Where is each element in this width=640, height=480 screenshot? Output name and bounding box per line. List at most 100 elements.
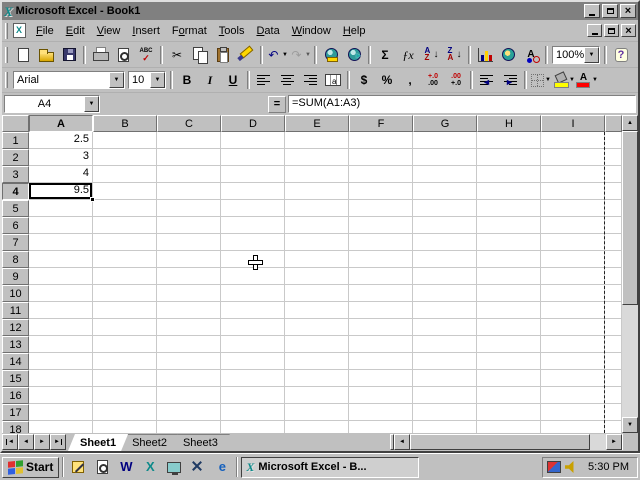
cell-b15[interactable] xyxy=(93,370,157,387)
row-header-13[interactable]: 13 xyxy=(2,336,29,353)
column-header-e[interactable]: E xyxy=(285,115,349,132)
dropdown-arrow-icon[interactable]: ▼ xyxy=(305,52,311,58)
row-header-7[interactable]: 7 xyxy=(2,234,29,251)
cell-i12[interactable] xyxy=(541,319,605,336)
name-box-dropdown-icon[interactable]: ▼ xyxy=(84,96,99,112)
cell-g7[interactable] xyxy=(413,234,477,251)
cell-h1[interactable] xyxy=(477,132,541,149)
font-name-combobox[interactable]: Arial▼ xyxy=(13,71,125,89)
menu-window[interactable]: Window xyxy=(286,23,337,39)
paste-button[interactable] xyxy=(212,45,234,65)
cell-c3[interactable] xyxy=(157,166,221,183)
cell-e4[interactable] xyxy=(285,183,349,200)
horizontal-scroll-track[interactable] xyxy=(590,434,606,450)
sheet-tab-sheet2[interactable]: Sheet2 xyxy=(120,434,179,451)
ie-shortcut[interactable]: e xyxy=(211,457,233,478)
cell-e7[interactable] xyxy=(285,234,349,251)
paste-function-button[interactable]: ƒx xyxy=(397,45,419,65)
cell-c13[interactable] xyxy=(157,336,221,353)
copy-button[interactable] xyxy=(189,45,211,65)
cell-g2[interactable] xyxy=(413,149,477,166)
comma-style-button[interactable]: , xyxy=(399,70,421,90)
sort-ascending-button[interactable]: AZ↓ xyxy=(420,45,442,65)
dropdown-arrow-icon[interactable]: ▼ xyxy=(109,72,124,88)
cell-a17[interactable] xyxy=(29,404,93,421)
cell-d14[interactable] xyxy=(221,353,285,370)
row-header-3[interactable]: 3 xyxy=(2,166,29,183)
cell-a3[interactable]: 4 xyxy=(29,166,93,183)
decrease-decimal-button[interactable]: .00+.0 xyxy=(445,70,467,90)
cell-e16[interactable] xyxy=(285,387,349,404)
cell-g15[interactable] xyxy=(413,370,477,387)
cell-h2[interactable] xyxy=(477,149,541,166)
row-header-2[interactable]: 2 xyxy=(2,149,29,166)
cell-c8[interactable] xyxy=(157,251,221,268)
cell-e9[interactable] xyxy=(285,268,349,285)
cell-b11[interactable] xyxy=(93,302,157,319)
sheet-tab-sheet1[interactable]: Sheet1 xyxy=(68,434,128,451)
cell-f11[interactable] xyxy=(349,302,413,319)
spreadsheet-grid[interactable]: ABCDEFGHI 12.5233449.5567891011121314151… xyxy=(2,115,622,433)
cell-f14[interactable] xyxy=(349,353,413,370)
cell-g4[interactable] xyxy=(413,183,477,200)
cell-e12[interactable] xyxy=(285,319,349,336)
fill-handle[interactable] xyxy=(90,197,95,202)
cell-e6[interactable] xyxy=(285,217,349,234)
font-color-button[interactable]: A▼ xyxy=(576,70,598,90)
cell-c6[interactable] xyxy=(157,217,221,234)
cell-h18[interactable] xyxy=(477,421,541,433)
print-button[interactable] xyxy=(89,45,111,65)
cell-b7[interactable] xyxy=(93,234,157,251)
cell-a2[interactable]: 3 xyxy=(29,149,93,166)
cell-g16[interactable] xyxy=(413,387,477,404)
cell-h5[interactable] xyxy=(477,200,541,217)
cell-g8[interactable] xyxy=(413,251,477,268)
italic-button[interactable]: I xyxy=(199,70,221,90)
zoom-combobox[interactable]: 100%▼ xyxy=(552,46,600,64)
cell-b2[interactable] xyxy=(93,149,157,166)
cell-i4[interactable] xyxy=(541,183,605,200)
cell-i16[interactable] xyxy=(541,387,605,404)
column-header-b[interactable]: B xyxy=(93,115,157,132)
cell-c12[interactable] xyxy=(157,319,221,336)
cell-i1[interactable] xyxy=(541,132,605,149)
sheet-tab-sheet3[interactable]: Sheet3 xyxy=(171,434,230,451)
cell-a6[interactable] xyxy=(29,217,93,234)
cell-e13[interactable] xyxy=(285,336,349,353)
cell-h4[interactable] xyxy=(477,183,541,200)
cell-f7[interactable] xyxy=(349,234,413,251)
cell-d18[interactable] xyxy=(221,421,285,433)
cell-a16[interactable] xyxy=(29,387,93,404)
cell-b9[interactable] xyxy=(93,268,157,285)
workbook-minimize-button[interactable] xyxy=(587,24,602,37)
taskbar-task-excel[interactable]: X Microsoft Excel - B... xyxy=(241,457,419,478)
menu-tools[interactable]: Tools xyxy=(213,23,251,39)
scroll-up-button[interactable]: ▲ xyxy=(622,115,638,131)
chart-wizard-button[interactable] xyxy=(474,45,496,65)
cell-a1[interactable]: 2.5 xyxy=(29,132,93,149)
word-shortcut[interactable]: W xyxy=(115,457,137,478)
cell-i15[interactable] xyxy=(541,370,605,387)
name-box[interactable]: A4 ▼ xyxy=(4,95,100,113)
cell-f18[interactable] xyxy=(349,421,413,433)
cell-h17[interactable] xyxy=(477,404,541,421)
cell-a5[interactable] xyxy=(29,200,93,217)
find-shortcut[interactable] xyxy=(91,457,113,478)
cell-f15[interactable] xyxy=(349,370,413,387)
web-toolbar-button[interactable] xyxy=(343,45,365,65)
cell-f2[interactable] xyxy=(349,149,413,166)
menu-view[interactable]: View xyxy=(91,23,127,39)
cell-e1[interactable] xyxy=(285,132,349,149)
cell-b12[interactable] xyxy=(93,319,157,336)
cell-b16[interactable] xyxy=(93,387,157,404)
column-header-f[interactable]: F xyxy=(349,115,413,132)
cell-a9[interactable] xyxy=(29,268,93,285)
increase-indent-button[interactable]: ► xyxy=(499,70,521,90)
dropdown-arrow-icon[interactable]: ▼ xyxy=(569,77,575,83)
underline-button[interactable]: U xyxy=(222,70,244,90)
restore-button[interactable] xyxy=(602,4,618,18)
excel-shortcut[interactable]: X xyxy=(139,457,161,478)
cell-g13[interactable] xyxy=(413,336,477,353)
minimize-button[interactable] xyxy=(584,4,600,18)
cell-b10[interactable] xyxy=(93,285,157,302)
